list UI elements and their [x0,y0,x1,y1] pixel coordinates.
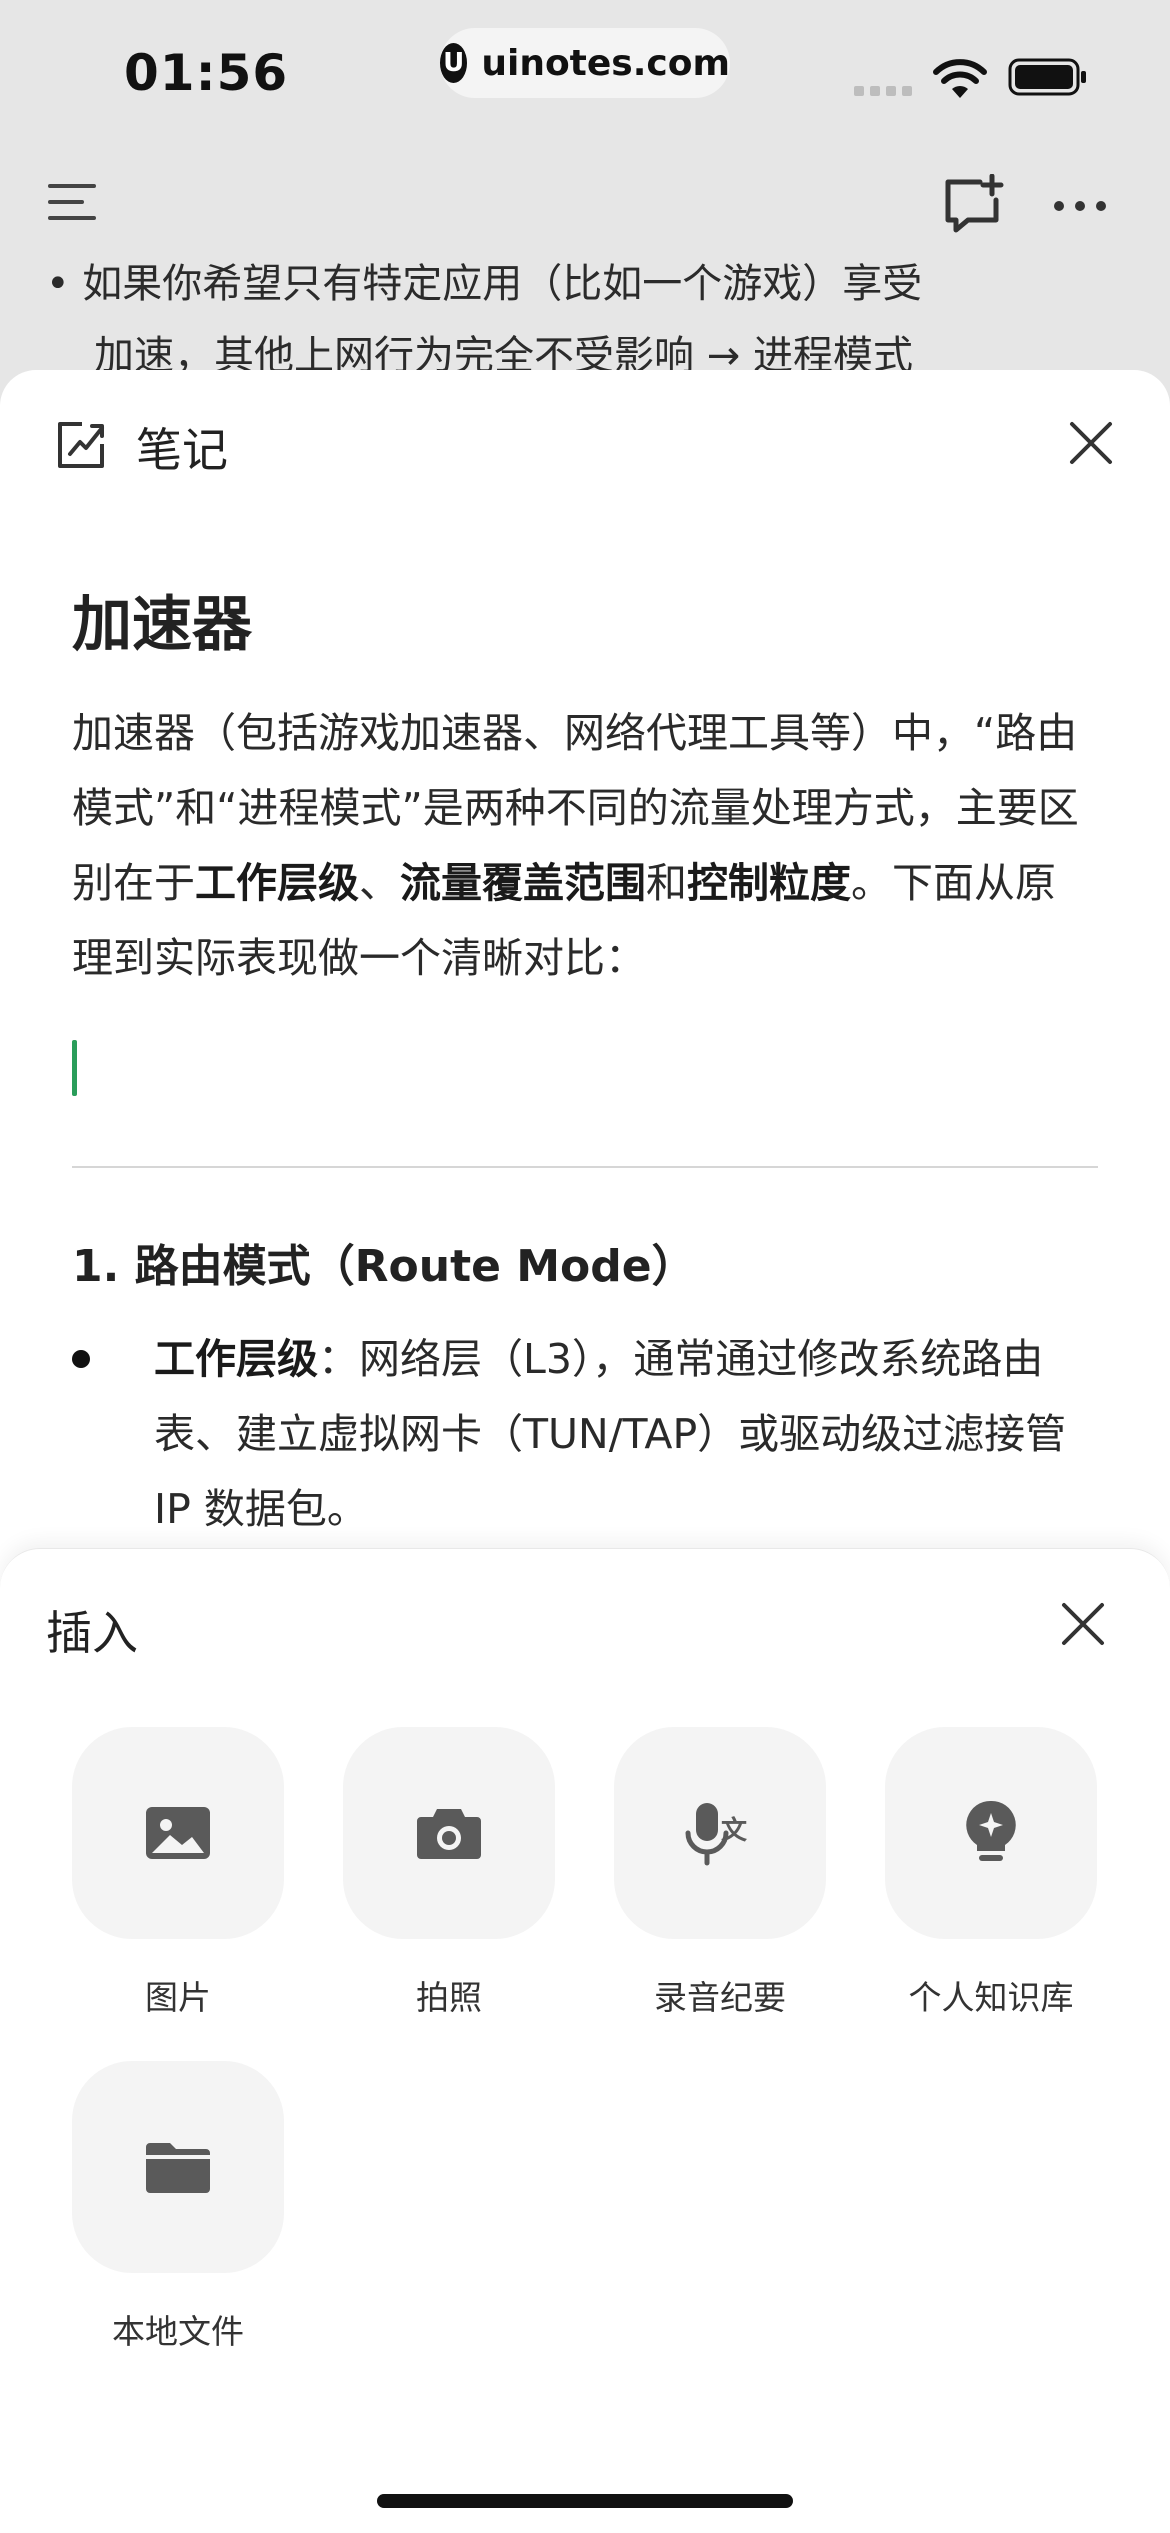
document-paragraph[interactable]: 加速器（包括游戏加速器、网络代理工具等）中，“路由模式”和“进程模式”是两种不同… [72,696,1092,996]
insert-camera-button[interactable] [343,1727,555,1939]
paragraph-text: 和 [646,859,687,907]
insert-camera-label: 拍照 [416,1978,482,2017]
cellular-signal-icon [854,86,912,96]
paragraph-bold: 流量覆盖范围 [400,859,646,907]
text-cursor [72,1040,77,1096]
lightbulb-icon [966,1800,1016,1861]
insert-file-label: 本地文件 [112,2312,244,2351]
insert-knowledge-label: 个人知识库 [908,1978,1074,2017]
note-header-title: 笔记 [136,423,228,477]
site-logo-icon: U [440,43,468,83]
folder-icon [146,2143,210,2193]
close-insert-icon[interactable] [1060,1601,1106,1647]
bullet-item[interactable]: 工作层级：网络层（L3），通常通过修改系统路由表、建立虚拟网卡（TUN/TAP）… [154,1322,1094,1547]
paragraph-bold: 工作层级 [195,859,359,907]
menu-icon[interactable] [46,180,98,224]
close-note-icon[interactable] [1068,420,1114,466]
insert-voice-label: 录音纪要 [654,1978,786,2017]
insert-image-button[interactable] [72,1727,284,1939]
bullet-label: 工作层级 [154,1335,318,1383]
edit-note-icon [58,422,104,468]
insert-knowledge-button[interactable] [885,1727,1097,1939]
image-icon [146,1807,210,1859]
insert-file-button[interactable] [72,2061,284,2273]
insert-sheet: 插入 图片 拍照 文 录音纪要 个人知识库 本地文件 [0,1548,1170,2533]
wifi-icon [933,59,987,98]
background-line: • 如果你希望只有特定应用（比如一个游戏）享受 [46,261,923,307]
camera-icon [417,1809,481,1859]
status-time: 01:56 [124,44,289,102]
url-text: uinotes.com [481,42,730,84]
url-pill[interactable]: U uinotes.com [440,28,730,98]
insert-image-label: 图片 [145,1978,211,2017]
document-title[interactable]: 加速器 [72,576,252,663]
insert-sheet-title: 插入 [46,1606,138,1660]
more-icon[interactable] [1052,196,1108,216]
paragraph-bold: 控制粒度 [687,859,851,907]
paragraph-text: 、 [359,859,400,907]
svg-text:文: 文 [721,1815,748,1846]
voice-translate-icon: 文 [685,1803,748,1866]
home-indicator [377,2494,793,2508]
insert-voice-button[interactable]: 文 [614,1727,826,1939]
battery-icon [1008,58,1086,96]
bullet-dot [72,1350,90,1368]
new-chat-icon[interactable] [940,174,1004,236]
section-heading[interactable]: 1. 路由模式（Route Mode） [72,1230,696,1294]
divider [72,1166,1098,1168]
status-bar: 01:56 U uinotes.com [0,0,1170,150]
